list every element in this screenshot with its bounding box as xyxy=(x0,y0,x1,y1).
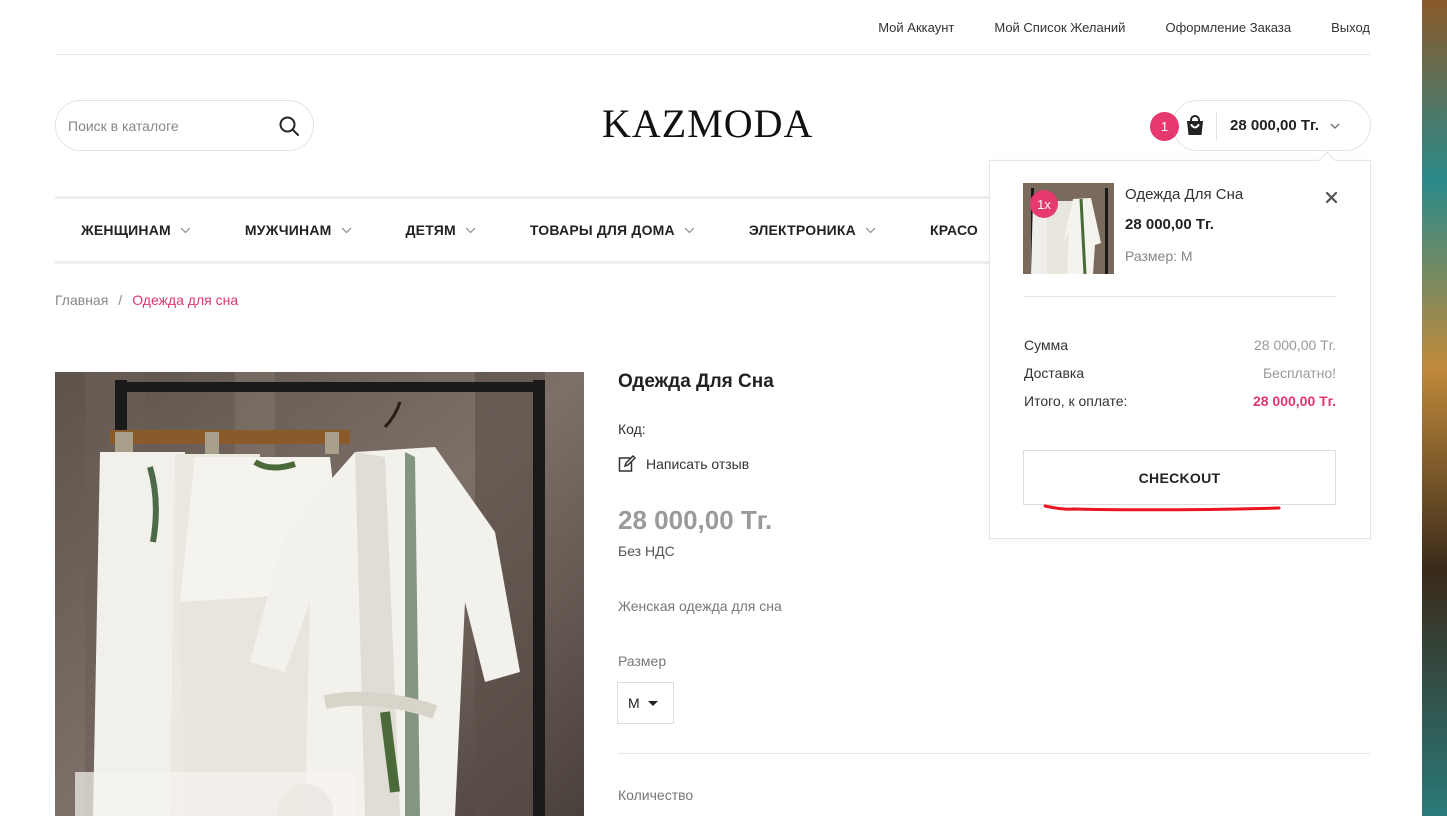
write-review-link[interactable]: Написать отзыв xyxy=(618,455,749,473)
write-review-label: Написать отзыв xyxy=(646,456,750,472)
dropdown-arrow xyxy=(1318,151,1336,169)
edit-icon xyxy=(618,455,636,472)
cart-item-price: 28 000,00 Тг. xyxy=(1125,216,1214,233)
close-icon xyxy=(1325,191,1337,203)
summary-label: Доставка xyxy=(1024,365,1085,381)
checkout-button[interactable]: CHECKOUT xyxy=(1023,450,1336,505)
logout-link[interactable]: Выход xyxy=(1331,20,1370,35)
shopping-bag-icon xyxy=(1173,111,1217,140)
search-input[interactable] xyxy=(68,117,277,134)
chevron-down-icon xyxy=(865,227,876,233)
breadcrumb: Главная / Одежда для сна xyxy=(55,292,238,308)
product-title: Одежда Для Сна xyxy=(618,371,774,392)
cart-item-name[interactable]: Одежда Для Сна xyxy=(1125,186,1243,203)
summary-value: Бесплатно! xyxy=(1262,365,1336,381)
chevron-down-icon xyxy=(1330,122,1340,129)
cart-dropdown: 1x Одежда Для Сна 28 000,00 Тг. Размер: … xyxy=(989,151,1371,539)
summary-shipping-row: Доставка Бесплатно! xyxy=(1024,365,1336,381)
product-code: Код: xyxy=(618,421,646,437)
breadcrumb-home[interactable]: Главная xyxy=(55,292,108,308)
cart-button[interactable]: 28 000,00 Тг. xyxy=(1172,100,1371,151)
nav-item-men[interactable]: МУЖЧИНАМ xyxy=(245,222,352,238)
nav-item-home-goods[interactable]: ТОВАРЫ ДЛЯ ДОМА xyxy=(530,222,695,238)
remove-item-button[interactable] xyxy=(1323,189,1339,205)
nav-item-label: ЭЛЕКТРОНИКА xyxy=(748,222,856,238)
chevron-down-icon xyxy=(684,227,695,233)
checkout-link[interactable]: Оформление Заказа xyxy=(1165,20,1291,35)
size-label: Размер xyxy=(618,653,667,669)
background-right xyxy=(1422,0,1447,816)
summary-subtotal-row: Сумма 28 000,00 Тг. xyxy=(1024,337,1336,353)
product-description: Женская одежда для сна xyxy=(618,598,782,614)
product-price: 28 000,00 Тг. xyxy=(618,505,773,535)
product-image[interactable] xyxy=(55,372,584,816)
cart-item-qty-badge: 1x xyxy=(1030,190,1058,218)
chevron-down-icon xyxy=(180,227,191,233)
site-logo[interactable]: KAZMODA xyxy=(602,100,813,147)
nav-item-label: ЖЕНЩИНАМ xyxy=(81,222,171,238)
summary-label: Сумма xyxy=(1024,337,1068,353)
nav-item-beauty[interactable]: КРАСО xyxy=(930,222,978,238)
red-underline-annotation xyxy=(1043,504,1281,512)
cart-item-option: Размер: M xyxy=(1125,248,1193,264)
breadcrumb-separator: / xyxy=(118,292,123,308)
divider xyxy=(618,753,1370,754)
summary-value: 28 000,00 Тг. xyxy=(1253,337,1336,353)
cart-count-badge: 1 xyxy=(1150,112,1179,141)
nav-item-label: КРАСО xyxy=(929,222,979,238)
nav-item-electronics[interactable]: ЭЛЕКТРОНИКА xyxy=(749,222,876,238)
summary-total-value: 28 000,00 Тг. xyxy=(1252,393,1336,409)
size-value: M xyxy=(628,695,640,711)
size-select[interactable]: M xyxy=(617,682,674,724)
chevron-down-icon xyxy=(341,227,351,233)
product-photo xyxy=(55,372,584,816)
nav-item-label: ДЕТЯМ xyxy=(405,222,456,238)
search-button[interactable] xyxy=(277,114,301,138)
search-box xyxy=(55,100,314,151)
summary-total-row: Итого, к оплате: 28 000,00 Тг. xyxy=(1024,393,1336,409)
tax-note: Без НДС xyxy=(618,543,675,559)
nav-item-label: МУЖЧИНАМ xyxy=(244,222,332,238)
quantity-label: Количество xyxy=(618,787,694,803)
search-icon xyxy=(279,116,299,136)
nav-item-women[interactable]: ЖЕНЩИНАМ xyxy=(81,222,191,238)
breadcrumb-current: Одежда для сна xyxy=(132,292,239,308)
cart-total: 28 000,00 Тг. xyxy=(1230,117,1319,134)
dropdown-divider xyxy=(1023,296,1336,297)
top-links-bar: Мой Аккаунт Мой Список Желаний Оформлени… xyxy=(55,0,1370,55)
nav-item-kids[interactable]: ДЕТЯМ xyxy=(406,222,476,238)
wishlist-link[interactable]: Мой Список Желаний xyxy=(994,20,1125,35)
chevron-down-icon xyxy=(465,227,476,233)
summary-label: Итого, к оплате: xyxy=(1024,393,1128,409)
nav-item-label: ТОВАРЫ ДЛЯ ДОМА xyxy=(529,222,675,238)
caret-down-icon xyxy=(647,700,658,706)
my-account-link[interactable]: Мой Аккаунт xyxy=(878,20,954,35)
page: Мой Аккаунт Мой Список Желаний Оформлени… xyxy=(0,0,1422,816)
